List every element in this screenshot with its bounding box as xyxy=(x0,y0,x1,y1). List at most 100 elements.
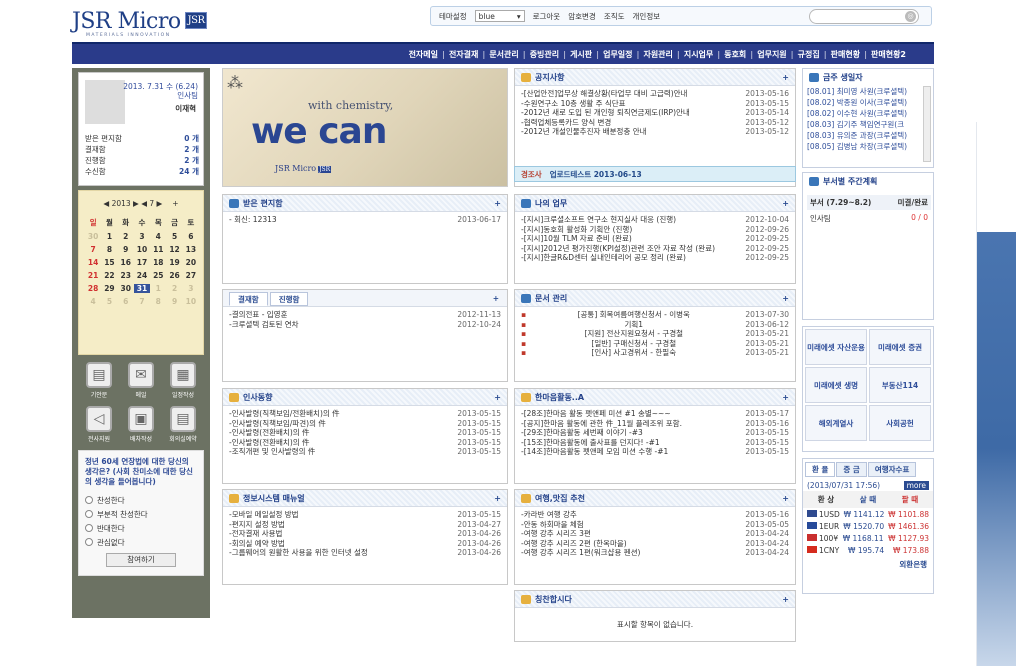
calendar-icon[interactable]: ▦ xyxy=(170,362,196,388)
list-item[interactable]: -[지시]2012년 평가진행(KPI설정)관련 조안 자료 작성 (완료) 20… xyxy=(521,244,789,254)
list-item[interactable]: -인사발령(직책보임/파견)의 件 2013-05-15 xyxy=(229,419,501,429)
nav-item[interactable]: 업무일정 xyxy=(603,49,632,60)
more-button[interactable]: + xyxy=(782,294,789,303)
nav-item[interactable]: 업무지원 xyxy=(757,49,786,60)
list-item[interactable]: -여행 강추 시리즈 2편 (한옥마을) 2013-04-24 xyxy=(521,539,789,549)
nav-item[interactable]: 판매현황2 xyxy=(871,49,906,60)
mail-item-inbox[interactable]: 받은 편지함 0 개 xyxy=(85,133,199,143)
list-item[interactable]: -인사발령(전환배치)의 件 2013-05-15 xyxy=(229,428,501,438)
list-item[interactable]: -[지시]크루셜소프트 연구소 현지실사 대응 (진행) 2012-10-04 xyxy=(521,215,789,225)
list-item[interactable]: ▪ [일반] 구매신청서 - 구경철 2013-05-21 xyxy=(521,339,789,349)
poll-option[interactable]: 반대한다 xyxy=(85,521,197,535)
birthday-item[interactable]: [08.01] 최미영 사원(크루셜텍) xyxy=(807,86,923,97)
nav-item[interactable]: 지시업무 xyxy=(684,49,713,60)
room-icon[interactable]: ▤ xyxy=(170,406,196,432)
list-item[interactable]: -[14조]한마음활동 펫앤페 모임 미션 수행 -#1 2013-05-15 xyxy=(521,447,789,457)
list-item[interactable]: -협력업체등록카드 양식 변경 2013-05-12 xyxy=(521,118,789,128)
nav-item[interactable]: 판매현황 xyxy=(831,49,860,60)
calendar-day[interactable]: 8 xyxy=(101,245,117,254)
list-item[interactable]: -안동 하회마을 체험 2013-05-05 xyxy=(521,520,789,530)
list-item-title[interactable]: -여행 강추 시리즈 3편 xyxy=(521,529,591,539)
calendar-day[interactable]: 28 xyxy=(85,284,101,293)
calendar-day[interactable]: 8 xyxy=(150,297,166,306)
list-item-title[interactable]: -수원연구소 10층 생활 주 식단표 xyxy=(521,99,626,109)
calendar-day[interactable]: 2 xyxy=(166,284,182,293)
nav-item[interactable]: 증빙관리 xyxy=(530,49,559,60)
calendar-day[interactable]: 13 xyxy=(183,245,199,254)
calendar-day[interactable]: 4 xyxy=(85,297,101,306)
birthday-item[interactable]: [08.03] 김기주 책임연구원(크 xyxy=(807,119,923,130)
link-tile[interactable]: 미래에셋 생명 xyxy=(805,367,867,403)
password-link[interactable]: 암호변경 xyxy=(568,11,596,22)
calendar-day[interactable]: 27 xyxy=(183,271,199,280)
birthday-item[interactable]: [08.02] 박종원 이사(크루셜텍) xyxy=(807,97,923,108)
calendar-day[interactable]: 1 xyxy=(101,232,117,241)
list-item-title[interactable]: -조직개편 및 인사발령의 件 xyxy=(229,447,315,457)
calendar-day[interactable]: 19 xyxy=(166,258,182,267)
list-item[interactable]: -크루셜텍 검토된 연차 2012-10-24 xyxy=(229,320,501,330)
calendar-day[interactable]: 3 xyxy=(183,284,199,293)
list-item-title[interactable]: -[지시]한글R&D센터 실내인테리어 공모 정리 (완료) xyxy=(521,253,686,263)
calendar-day[interactable]: 16 xyxy=(118,258,134,267)
quick-item[interactable]: ▣ 배차작성 xyxy=(120,406,162,448)
list-item[interactable]: -그룹웨어의 원활한 사용을 위한 인터넷 설정 2013-04-26 xyxy=(229,548,501,558)
calendar-day[interactable]: 2 xyxy=(118,232,134,241)
list-item-title[interactable]: -인사발령(직책보임/전환배치)의 件 xyxy=(229,409,340,419)
radio-button[interactable] xyxy=(85,510,93,518)
document-icon[interactable]: ▤ xyxy=(86,362,112,388)
list-item[interactable]: -인사발령(전환배치)의 件 2013-05-15 xyxy=(229,438,501,448)
poll-option[interactable]: 관심없다 xyxy=(85,535,197,549)
calendar-day[interactable]: 5 xyxy=(101,297,117,306)
nav-item[interactable]: 규정집 xyxy=(798,49,820,60)
list-item[interactable]: -회의실 예약 방법 2013-04-26 xyxy=(229,539,501,549)
calendar-day[interactable]: 7 xyxy=(85,245,101,254)
theme-select[interactable]: blue ▾ xyxy=(474,10,525,22)
list-item-title[interactable]: -여행 강추 시리즈 1편(워크샵용 펜션) xyxy=(521,548,640,558)
poll-option[interactable]: 부분적 찬성한다 xyxy=(85,507,197,521)
calendar-day[interactable]: 1 xyxy=(150,284,166,293)
list-item[interactable]: -[산업안전]업무상 해결상황(타업무 대비 고급력)안내 2013-05-16 xyxy=(521,89,789,99)
birthday-item[interactable]: [08.03] 유의준 과장(크루셜텍) xyxy=(807,130,923,141)
list-item-title[interactable]: -인사발령(전환배치)의 件 xyxy=(229,428,310,438)
calendar-day[interactable]: 29 xyxy=(101,284,117,293)
tab-check[interactable]: 여행자수표 xyxy=(867,462,917,477)
quick-item[interactable]: ▦ 일정작성 xyxy=(162,362,204,404)
list-item-title[interactable]: -편지지 설정 방법 xyxy=(229,520,285,530)
list-item[interactable]: -[15조]한마음활동에 출사표를 던지다! -#1 2013-05-15 xyxy=(521,438,789,448)
calendar-day[interactable]: 18 xyxy=(150,258,166,267)
list-item-title[interactable]: -크루셜텍 검토된 연차 xyxy=(229,320,299,330)
link-tile[interactable]: 미래에셋 증권 xyxy=(869,329,931,365)
list-item[interactable]: ▪ [공통] 회복여름여행신청서 - 이병욱 2013-07-30 xyxy=(521,310,789,320)
radio-button[interactable] xyxy=(85,538,93,546)
list-item-title[interactable]: [지원] 전산지원요청서 - 구경철 xyxy=(584,329,683,339)
org-chart-link[interactable]: 조직도 xyxy=(604,11,625,22)
calendar-day[interactable]: 9 xyxy=(118,245,134,254)
calendar-day[interactable]: 23 xyxy=(118,271,134,280)
calendar-day[interactable]: 22 xyxy=(101,271,117,280)
list-item-title[interactable]: -인사발령(직책보임/파견)의 件 xyxy=(229,419,326,429)
list-item-title[interactable]: -[산업안전]업무상 해결상황(타업무 대비 고급력)안내 xyxy=(521,89,687,99)
more-button[interactable]: + xyxy=(782,393,789,402)
share-icon[interactable]: ◁ xyxy=(86,406,112,432)
calendar-day[interactable]: 4 xyxy=(150,232,166,241)
link-tile[interactable]: 부동산114 xyxy=(869,367,931,403)
calendar-day[interactable]: 31 xyxy=(133,284,151,293)
calendar-day[interactable]: 15 xyxy=(101,258,117,267)
mail-icon[interactable]: ✉ xyxy=(128,362,154,388)
quick-item[interactable]: ✉ 메일 xyxy=(120,362,162,404)
list-item-title[interactable]: -그룹웨어의 원활한 사용을 위한 인터넷 설정 xyxy=(229,548,368,558)
more-button[interactable]: + xyxy=(494,393,501,402)
calendar-day[interactable]: 10 xyxy=(183,297,199,306)
list-item-title[interactable]: - 회신: 12313 xyxy=(229,215,277,225)
list-item[interactable]: -여행 강추 시리즈 3편 2013-04-24 xyxy=(521,529,789,539)
calendar-day[interactable]: 11 xyxy=(150,245,166,254)
list-item[interactable]: ▪ [인사] 사고경위서 - 한필숙 2013-05-21 xyxy=(521,348,789,358)
event-banner[interactable]: 경조사 업로드테스트 2013-06-13 xyxy=(514,166,796,182)
poll-option[interactable]: 찬성한다 xyxy=(85,493,197,507)
list-item-title[interactable]: -결의전표 - 입영훈 xyxy=(229,310,287,320)
calendar-day[interactable]: 7 xyxy=(134,297,150,306)
birthday-item[interactable]: [08.02] 이수현 사원(크루셜텍) xyxy=(807,108,923,119)
list-item[interactable]: -카라반 여행 강추 2013-05-16 xyxy=(521,510,789,520)
calendar-day[interactable]: 26 xyxy=(166,271,182,280)
tab-approval[interactable]: 결재함 xyxy=(229,292,268,306)
